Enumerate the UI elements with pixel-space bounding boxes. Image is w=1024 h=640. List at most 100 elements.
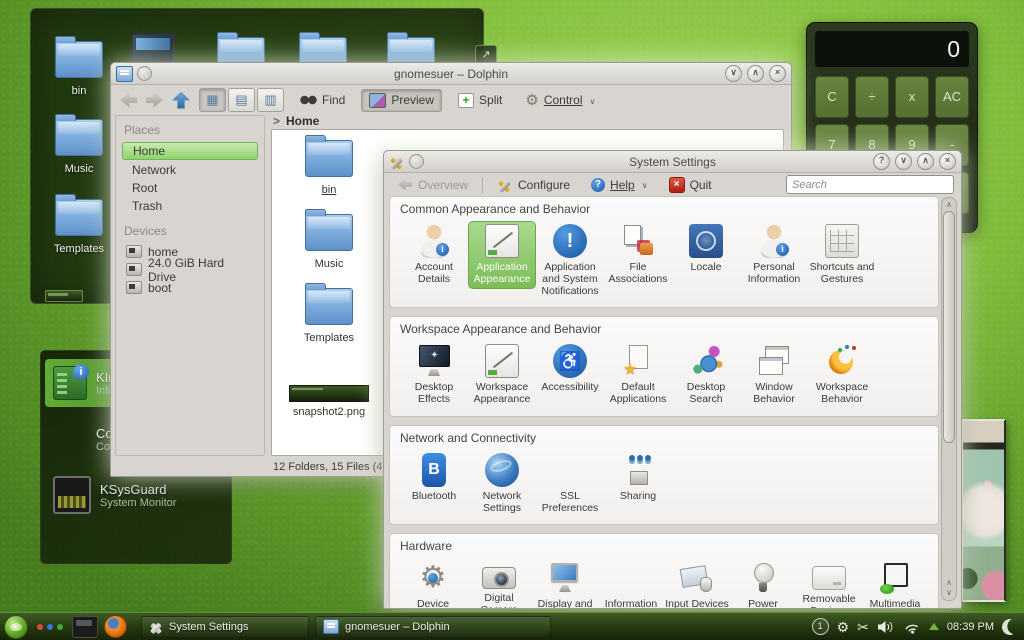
plasma-cashew-icon[interactable] <box>1000 617 1020 637</box>
activity-dots[interactable] <box>34 624 66 630</box>
settings-item-icon <box>485 453 519 487</box>
split-button[interactable]: + Split <box>451 90 509 111</box>
close-button[interactable]: × <box>939 153 956 170</box>
settings-item[interactable]: Default Applications <box>604 341 672 409</box>
volume-icon[interactable] <box>877 620 894 634</box>
desktop-icon-bin[interactable]: bin <box>44 41 114 97</box>
desktop-pager[interactable] <box>72 616 98 638</box>
settings-item[interactable]: Workspace Appearance <box>468 341 536 409</box>
back-button[interactable] <box>120 93 137 108</box>
settings-item[interactable]: Account Details <box>400 221 468 289</box>
settings-item[interactable]: Desktop Search <box>672 341 740 409</box>
icons-view-button[interactable]: ▦ <box>199 88 226 112</box>
file-item-bin[interactable]: bin <box>274 140 384 196</box>
settings-item[interactable]: Workspace Behavior <box>808 341 876 409</box>
window-menu-button[interactable] <box>137 66 152 81</box>
settings-item[interactable]: Window Behavior <box>740 341 808 409</box>
settings-item-icon <box>422 453 446 487</box>
system-settings-window: System Settings ? ∨ ∧ × Overview Configu… <box>383 150 962 609</box>
settings-item[interactable]: Shortcuts and Gestures <box>808 221 876 289</box>
network-icon[interactable] <box>901 618 922 636</box>
calculator-button[interactable]: ÷ <box>855 76 889 118</box>
forward-button[interactable] <box>146 93 163 108</box>
klipper-scissors-icon[interactable]: ✂ <box>857 619 869 635</box>
places-item[interactable]: Network <box>122 161 258 178</box>
scrollbar-thumb[interactable] <box>943 211 955 443</box>
clock[interactable]: 08:39 PM <box>947 621 994 633</box>
maximize-button[interactable]: ∧ <box>917 153 934 170</box>
scroll-down-icon[interactable]: ∨ <box>942 588 956 598</box>
window-menu-button[interactable] <box>409 154 424 169</box>
scroll-up-icon[interactable]: ∧ <box>942 578 956 588</box>
photo-frame-widget[interactable] <box>961 419 1006 602</box>
desktop-icon-templates[interactable]: Templates <box>44 199 114 255</box>
control-button[interactable]: ⚙ Control ∨ <box>518 90 602 111</box>
settings-item[interactable]: Information Sources <box>598 558 664 609</box>
scroll-up-icon[interactable]: ∧ <box>942 200 956 210</box>
file-item-music[interactable]: Music <box>274 214 384 270</box>
maximize-button[interactable]: ∧ <box>747 65 764 82</box>
launcher-item[interactable]: KSysGuard System Monitor <box>45 471 227 519</box>
settings-gear-icon[interactable]: ⚙ <box>837 619 850 635</box>
places-item[interactable]: Home <box>122 142 258 160</box>
settings-item[interactable]: File Associations <box>604 221 672 289</box>
settings-item[interactable]: Application and System Notifications <box>536 221 604 300</box>
overview-button[interactable]: Overview <box>391 175 475 195</box>
help-button[interactable]: ? Help ∨ <box>584 175 655 195</box>
close-button[interactable]: × <box>769 65 786 82</box>
notification-count-badge[interactable]: 1 <box>812 618 829 635</box>
details-view-button[interactable]: ▥ <box>257 88 284 112</box>
calculator-button[interactable]: AC <box>935 76 969 118</box>
settings-item[interactable]: Sharing <box>604 450 672 506</box>
file-item-templates[interactable]: Templates <box>274 288 384 344</box>
settings-item[interactable]: Desktop Effects <box>400 341 468 409</box>
launcher-item-label: KSysGuard <box>100 482 176 497</box>
file-item-snapshot[interactable]: snapshot2.png <box>274 385 384 418</box>
settings-item[interactable]: Display and Monit... <box>532 558 598 609</box>
taskbar-task-system-settings[interactable]: System Settings <box>141 616 309 638</box>
settings-item[interactable]: Removable Devices <box>796 558 862 609</box>
minimize-button[interactable]: ∨ <box>895 153 912 170</box>
breadcrumb-home[interactable]: Home <box>286 114 319 128</box>
system-settings-titlebar[interactable]: System Settings ? ∨ ∧ × <box>384 151 961 173</box>
settings-item[interactable]: Application Appearance <box>468 221 536 289</box>
settings-item[interactable]: Multimedia <box>862 558 928 609</box>
places-item[interactable]: Trash <box>122 197 258 214</box>
compact-view-button[interactable]: ▤ <box>228 88 255 112</box>
places-item[interactable]: Root <box>122 179 258 196</box>
settings-item[interactable]: Digital Camera <box>466 558 532 609</box>
settings-item[interactable]: Device Actions <box>400 558 466 609</box>
settings-item[interactable]: Input Devices <box>664 558 730 609</box>
settings-item[interactable]: Network Settings <box>468 450 536 518</box>
calculator-button[interactable]: C <box>815 76 849 118</box>
dolphin-titlebar[interactable]: gnomesuer – Dolphin ∨ ∧ × <box>111 63 791 85</box>
section-common-appearance: Common Appearance and Behavior Account D… <box>389 196 939 308</box>
updates-arrow-icon[interactable] <box>929 623 939 630</box>
device-item[interactable]: 24.0 GiB Hard Drive <box>122 261 258 278</box>
desktop-icon-snapshot-thumbnail[interactable] <box>45 290 83 302</box>
quit-button[interactable]: × Quit <box>662 174 719 196</box>
firefox-launcher[interactable] <box>104 615 127 638</box>
breadcrumb[interactable]: >Home <box>273 114 319 128</box>
settings-item-icon <box>757 224 791 258</box>
search-input[interactable] <box>786 175 954 194</box>
find-button[interactable]: Find <box>293 90 352 110</box>
desktop-icon-music[interactable]: Music <box>44 119 114 175</box>
settings-item[interactable]: Locale <box>672 221 740 277</box>
up-button[interactable] <box>172 92 190 109</box>
settings-item[interactable]: Personal Information <box>740 221 808 289</box>
scrollbar[interactable]: ∧ ∧ ∨ <box>941 197 957 601</box>
settings-item-label: Bluetooth <box>401 491 467 503</box>
calculator-button[interactable]: x <box>895 76 929 118</box>
taskbar-task-dolphin[interactable]: gnomesuer – Dolphin <box>315 616 551 638</box>
settings-item[interactable]: Bluetooth <box>400 450 468 506</box>
settings-item[interactable]: Accessibility <box>536 341 604 397</box>
folder-icon <box>305 140 353 177</box>
preview-button[interactable]: Preview <box>361 89 442 112</box>
settings-item[interactable]: Power Management <box>730 558 796 609</box>
minimize-button[interactable]: ∨ <box>725 65 742 82</box>
help-button[interactable]: ? <box>873 153 890 170</box>
settings-item[interactable]: SSL Preferences <box>536 450 604 518</box>
application-launcher-button[interactable] <box>4 615 28 639</box>
configure-button[interactable]: Configure <box>490 175 577 195</box>
